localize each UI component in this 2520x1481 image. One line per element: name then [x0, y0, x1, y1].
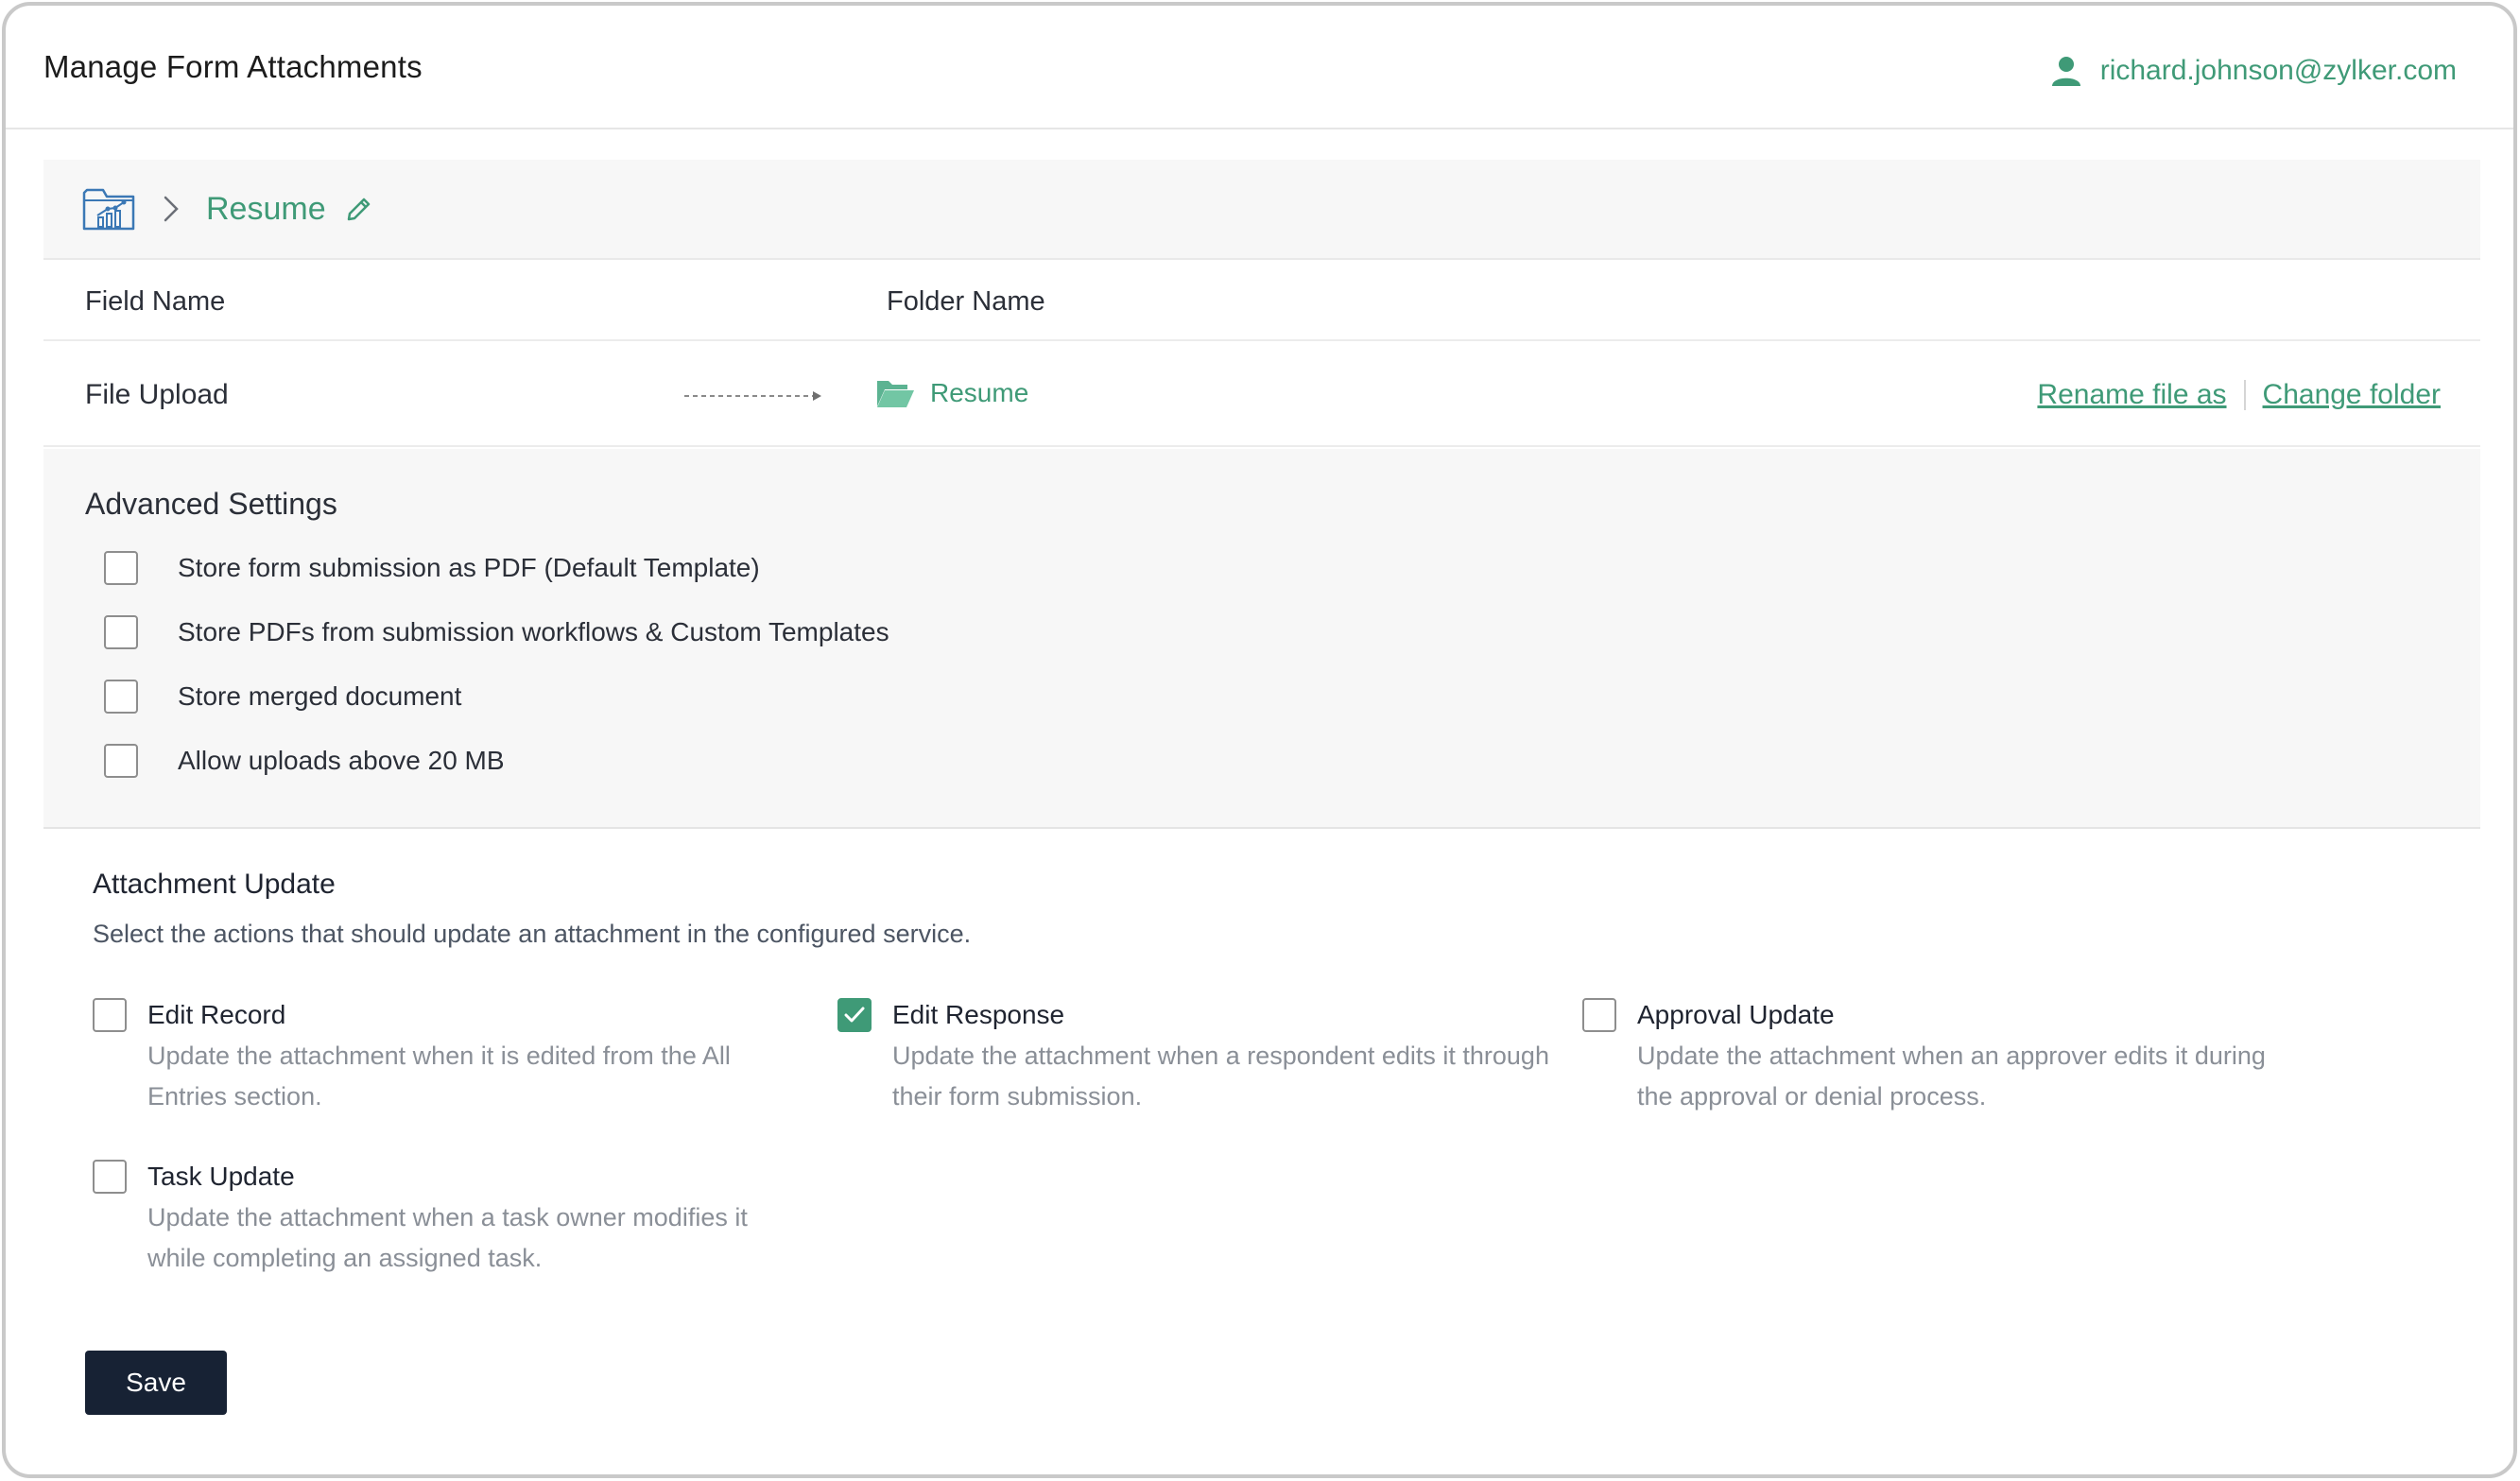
mapping-header: Field Name Folder Name	[43, 262, 2480, 341]
action-description: Update the attachment when a respondent …	[892, 1042, 1549, 1111]
breadcrumb-folder-name[interactable]: Resume	[206, 191, 326, 228]
mapping-row: File Upload Resume Rename file as Change…	[43, 343, 2480, 447]
option-store-workflow-pdfs[interactable]: Store PDFs from submission workflows & C…	[104, 615, 889, 649]
action-description: Update the attachment when a task owner …	[147, 1203, 748, 1272]
user-icon	[2051, 57, 2080, 86]
option-label: Store form submission as PDF (Default Te…	[178, 553, 760, 582]
checkbox[interactable]	[104, 551, 138, 585]
field-name: File Upload	[85, 379, 229, 410]
action-title: Edit Response	[892, 1000, 1065, 1029]
option-store-merged-document[interactable]: Store merged document	[104, 680, 461, 714]
folder-name: Resume	[930, 378, 1029, 407]
change-folder-link[interactable]: Change folder	[2263, 379, 2441, 411]
check-icon	[844, 1007, 865, 1023]
attachment-update-description: Select the actions that should update an…	[93, 920, 972, 948]
checkbox[interactable]	[104, 615, 138, 649]
action-description: Update the attachment when an approver e…	[1637, 1042, 2266, 1111]
option-label: Store merged document	[178, 681, 462, 711]
option-label: Allow uploads above 20 MB	[178, 746, 505, 775]
pencil-icon[interactable]	[345, 195, 373, 223]
field-name-header: Field Name	[85, 286, 226, 317]
save-button[interactable]: Save	[85, 1351, 227, 1415]
option-store-pdf[interactable]: Store form submission as PDF (Default Te…	[104, 551, 760, 585]
action-title: Task Update	[147, 1162, 295, 1191]
open-folder-icon	[877, 381, 914, 407]
app-window: Manage Form Attachments richard.johnson@…	[2, 2, 2517, 1478]
checkbox[interactable]	[1582, 998, 1616, 1032]
folder-name-header: Folder Name	[887, 286, 1045, 317]
checkbox[interactable]	[93, 998, 127, 1032]
action-title: Edit Record	[147, 1000, 286, 1029]
page-title: Manage Form Attachments	[43, 49, 423, 84]
checkbox[interactable]	[93, 1160, 127, 1194]
folder-target: Resume	[875, 377, 1028, 409]
checkbox-checked[interactable]	[837, 998, 872, 1032]
advanced-settings: Advanced Settings Store form submission …	[43, 449, 2480, 829]
arrow-icon	[684, 391, 821, 401]
user-email: richard.johnson@zylker.com	[2099, 55, 2457, 86]
advanced-settings-title: Advanced Settings	[85, 487, 337, 521]
user-account[interactable]: richard.johnson@zylker.com	[2051, 55, 2457, 87]
row-actions: Rename file as Change folder	[2037, 379, 2441, 411]
page-header: Manage Form Attachments richard.johnson@…	[6, 6, 2513, 129]
breadcrumb: Resume	[43, 160, 2480, 260]
checkbox[interactable]	[104, 680, 138, 714]
folder-chart-icon[interactable]	[81, 185, 136, 232]
attachment-update-title: Attachment Update	[93, 869, 336, 900]
link-divider	[2243, 380, 2246, 410]
rename-file-link[interactable]: Rename file as	[2037, 379, 2226, 411]
checkbox[interactable]	[104, 744, 138, 778]
action-title: Approval Update	[1637, 1000, 1835, 1029]
option-label: Store PDFs from submission workflows & C…	[178, 617, 889, 646]
option-allow-large-uploads[interactable]: Allow uploads above 20 MB	[104, 744, 505, 778]
action-description: Update the attachment when it is edited …	[147, 1042, 731, 1111]
chevron-right-icon	[164, 196, 179, 222]
